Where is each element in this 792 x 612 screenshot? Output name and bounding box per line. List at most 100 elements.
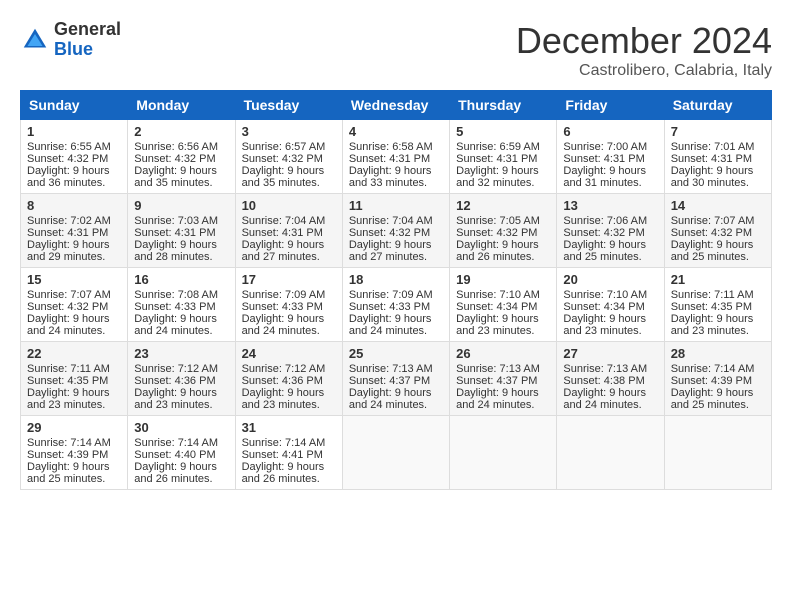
col-monday: Monday: [128, 91, 235, 120]
logo: General Blue: [20, 20, 121, 60]
table-row: 13 Sunrise: 7:06 AM Sunset: 4:32 PM Dayl…: [557, 194, 664, 268]
daylight-label: Daylight: 9 hours and 25 minutes.: [563, 239, 646, 263]
day-number: 1: [27, 124, 121, 139]
table-row: 12 Sunrise: 7:05 AM Sunset: 4:32 PM Dayl…: [450, 194, 557, 268]
sunrise-label: Sunrise: 7:08 AM: [134, 289, 218, 301]
calendar-week-3: 15 Sunrise: 7:07 AM Sunset: 4:32 PM Dayl…: [21, 268, 772, 342]
sunset-label: Sunset: 4:31 PM: [242, 227, 323, 239]
table-row: [450, 416, 557, 490]
table-row: [557, 416, 664, 490]
sunrise-label: Sunrise: 7:02 AM: [27, 215, 111, 227]
table-row: 16 Sunrise: 7:08 AM Sunset: 4:33 PM Dayl…: [128, 268, 235, 342]
sunset-label: Sunset: 4:32 PM: [134, 153, 215, 165]
daylight-label: Daylight: 9 hours and 23 minutes.: [563, 313, 646, 337]
sunset-label: Sunset: 4:32 PM: [27, 301, 108, 313]
table-row: 26 Sunrise: 7:13 AM Sunset: 4:37 PM Dayl…: [450, 342, 557, 416]
col-sunday: Sunday: [21, 91, 128, 120]
table-row: 22 Sunrise: 7:11 AM Sunset: 4:35 PM Dayl…: [21, 342, 128, 416]
daylight-label: Daylight: 9 hours and 23 minutes.: [134, 387, 217, 411]
table-row: 30 Sunrise: 7:14 AM Sunset: 4:40 PM Dayl…: [128, 416, 235, 490]
sunset-label: Sunset: 4:34 PM: [456, 301, 537, 313]
table-row: 11 Sunrise: 7:04 AM Sunset: 4:32 PM Dayl…: [342, 194, 449, 268]
day-number: 10: [242, 198, 336, 213]
location-title: Castrolibero, Calabria, Italy: [516, 62, 772, 80]
calendar-week-1: 1 Sunrise: 6:55 AM Sunset: 4:32 PM Dayli…: [21, 120, 772, 194]
sunset-label: Sunset: 4:37 PM: [349, 375, 430, 387]
daylight-label: Daylight: 9 hours and 23 minutes.: [671, 313, 754, 337]
logo-icon: [20, 25, 50, 55]
sunrise-label: Sunrise: 7:14 AM: [134, 437, 218, 449]
day-number: 27: [563, 346, 657, 361]
table-row: 3 Sunrise: 6:57 AM Sunset: 4:32 PM Dayli…: [235, 120, 342, 194]
title-area: December 2024 Castrolibero, Calabria, It…: [516, 20, 772, 80]
daylight-label: Daylight: 9 hours and 26 minutes.: [242, 461, 325, 485]
sunset-label: Sunset: 4:38 PM: [563, 375, 644, 387]
day-number: 11: [349, 198, 443, 213]
sunset-label: Sunset: 4:37 PM: [456, 375, 537, 387]
sunset-label: Sunset: 4:32 PM: [563, 227, 644, 239]
day-number: 22: [27, 346, 121, 361]
sunrise-label: Sunrise: 7:14 AM: [242, 437, 326, 449]
day-number: 24: [242, 346, 336, 361]
daylight-label: Daylight: 9 hours and 26 minutes.: [456, 239, 539, 263]
day-number: 25: [349, 346, 443, 361]
table-row: 21 Sunrise: 7:11 AM Sunset: 4:35 PM Dayl…: [664, 268, 771, 342]
sunset-label: Sunset: 4:32 PM: [349, 227, 430, 239]
sunrise-label: Sunrise: 7:06 AM: [563, 215, 647, 227]
day-number: 5: [456, 124, 550, 139]
table-row: 8 Sunrise: 7:02 AM Sunset: 4:31 PM Dayli…: [21, 194, 128, 268]
calendar-table: Sunday Monday Tuesday Wednesday Thursday…: [20, 90, 772, 490]
col-friday: Friday: [557, 91, 664, 120]
table-row: 24 Sunrise: 7:12 AM Sunset: 4:36 PM Dayl…: [235, 342, 342, 416]
sunset-label: Sunset: 4:32 PM: [456, 227, 537, 239]
sunrise-label: Sunrise: 7:11 AM: [671, 289, 754, 301]
day-number: 13: [563, 198, 657, 213]
logo-general-text: General: [54, 19, 121, 39]
day-number: 8: [27, 198, 121, 213]
calendar-week-4: 22 Sunrise: 7:11 AM Sunset: 4:35 PM Dayl…: [21, 342, 772, 416]
day-number: 15: [27, 272, 121, 287]
daylight-label: Daylight: 9 hours and 24 minutes.: [349, 387, 432, 411]
day-number: 26: [456, 346, 550, 361]
day-number: 14: [671, 198, 765, 213]
calendar-week-5: 29 Sunrise: 7:14 AM Sunset: 4:39 PM Dayl…: [21, 416, 772, 490]
calendar-week-2: 8 Sunrise: 7:02 AM Sunset: 4:31 PM Dayli…: [21, 194, 772, 268]
day-number: 9: [134, 198, 228, 213]
day-number: 17: [242, 272, 336, 287]
sunset-label: Sunset: 4:31 PM: [563, 153, 644, 165]
day-number: 31: [242, 420, 336, 435]
day-number: 16: [134, 272, 228, 287]
sunrise-label: Sunrise: 7:13 AM: [349, 363, 433, 375]
day-number: 7: [671, 124, 765, 139]
sunset-label: Sunset: 4:32 PM: [242, 153, 323, 165]
sunset-label: Sunset: 4:33 PM: [134, 301, 215, 313]
sunrise-label: Sunrise: 7:10 AM: [563, 289, 647, 301]
sunset-label: Sunset: 4:31 PM: [27, 227, 108, 239]
daylight-label: Daylight: 9 hours and 27 minutes.: [349, 239, 432, 263]
sunrise-label: Sunrise: 7:07 AM: [671, 215, 755, 227]
sunrise-label: Sunrise: 7:07 AM: [27, 289, 111, 301]
sunset-label: Sunset: 4:33 PM: [242, 301, 323, 313]
daylight-label: Daylight: 9 hours and 32 minutes.: [456, 165, 539, 189]
table-row: 6 Sunrise: 7:00 AM Sunset: 4:31 PM Dayli…: [557, 120, 664, 194]
sunrise-label: Sunrise: 7:09 AM: [242, 289, 326, 301]
day-number: 3: [242, 124, 336, 139]
sunset-label: Sunset: 4:33 PM: [349, 301, 430, 313]
table-row: 15 Sunrise: 7:07 AM Sunset: 4:32 PM Dayl…: [21, 268, 128, 342]
sunrise-label: Sunrise: 7:12 AM: [134, 363, 218, 375]
sunrise-label: Sunrise: 7:14 AM: [27, 437, 111, 449]
col-saturday: Saturday: [664, 91, 771, 120]
table-row: 27 Sunrise: 7:13 AM Sunset: 4:38 PM Dayl…: [557, 342, 664, 416]
daylight-label: Daylight: 9 hours and 25 minutes.: [671, 387, 754, 411]
sunrise-label: Sunrise: 6:58 AM: [349, 141, 433, 153]
table-row: 25 Sunrise: 7:13 AM Sunset: 4:37 PM Dayl…: [342, 342, 449, 416]
day-number: 20: [563, 272, 657, 287]
sunrise-label: Sunrise: 6:57 AM: [242, 141, 326, 153]
day-number: 19: [456, 272, 550, 287]
daylight-label: Daylight: 9 hours and 30 minutes.: [671, 165, 754, 189]
day-number: 2: [134, 124, 228, 139]
table-row: 4 Sunrise: 6:58 AM Sunset: 4:31 PM Dayli…: [342, 120, 449, 194]
table-row: 28 Sunrise: 7:14 AM Sunset: 4:39 PM Dayl…: [664, 342, 771, 416]
table-row: 20 Sunrise: 7:10 AM Sunset: 4:34 PM Dayl…: [557, 268, 664, 342]
table-row: 19 Sunrise: 7:10 AM Sunset: 4:34 PM Dayl…: [450, 268, 557, 342]
